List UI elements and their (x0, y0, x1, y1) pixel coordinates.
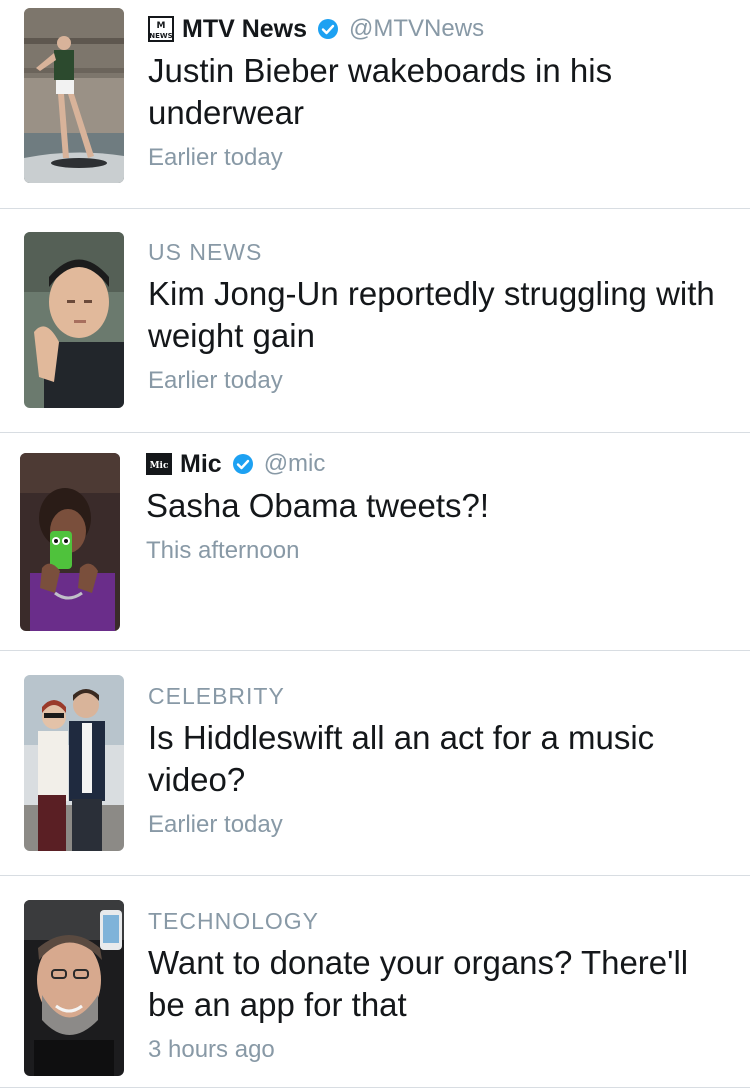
headline[interactable]: Want to donate your organs? There'll be … (148, 942, 720, 1026)
svg-text:NEWS: NEWS (149, 32, 172, 40)
news-item[interactable]: US NEWS Kim Jong-Un reportedly strugglin… (0, 209, 750, 433)
news-thumbnail[interactable] (24, 232, 124, 408)
news-item[interactable]: Mic Mic @mic Sasha Obama tweets?! This a… (0, 433, 750, 651)
news-item[interactable]: TECHNOLOGY Want to donate your organs? T… (0, 876, 750, 1088)
verified-badge-icon (317, 18, 339, 40)
timestamp: This afternoon (146, 537, 300, 564)
timestamp: Earlier today (148, 144, 283, 171)
timestamp: Earlier today (148, 367, 283, 394)
headline[interactable]: Sasha Obama tweets?! (146, 485, 720, 527)
mtv-news-logo-icon: M NEWS (148, 16, 174, 42)
source-name[interactable]: Mic (180, 450, 222, 479)
news-thumbnail[interactable] (24, 675, 124, 851)
source-row: M NEWS MTV News @MTVNews (148, 12, 720, 46)
category-label: TECHNOLOGY (148, 908, 320, 934)
news-feed: M NEWS MTV News @MTVNews Justin Bieber w… (0, 0, 750, 1088)
news-thumbnail[interactable] (20, 453, 120, 631)
headline[interactable]: Is Hiddleswift all an act for a music vi… (148, 717, 720, 801)
news-item[interactable]: CELEBRITY Is Hiddleswift all an act for … (0, 651, 750, 876)
source-handle[interactable]: @mic (264, 450, 326, 478)
timestamp: Earlier today (148, 811, 283, 838)
category-label: US NEWS (148, 239, 263, 265)
source-name[interactable]: MTV News (182, 15, 307, 44)
mic-logo-icon: Mic (146, 451, 172, 477)
source-row: Mic Mic @mic (146, 447, 720, 481)
timestamp: 3 hours ago (148, 1036, 275, 1063)
headline[interactable]: Kim Jong-Un reportedly struggling with w… (148, 273, 720, 357)
headline[interactable]: Justin Bieber wakeboards in his underwea… (148, 50, 720, 134)
news-thumbnail[interactable] (24, 900, 124, 1076)
svg-text:Mic: Mic (150, 461, 169, 471)
news-item[interactable]: M NEWS MTV News @MTVNews Justin Bieber w… (0, 0, 750, 209)
news-thumbnail[interactable] (24, 8, 124, 183)
svg-text:M: M (157, 21, 166, 31)
source-handle[interactable]: @MTVNews (349, 15, 484, 43)
category-label: CELEBRITY (148, 683, 285, 709)
verified-badge-icon (232, 453, 254, 475)
